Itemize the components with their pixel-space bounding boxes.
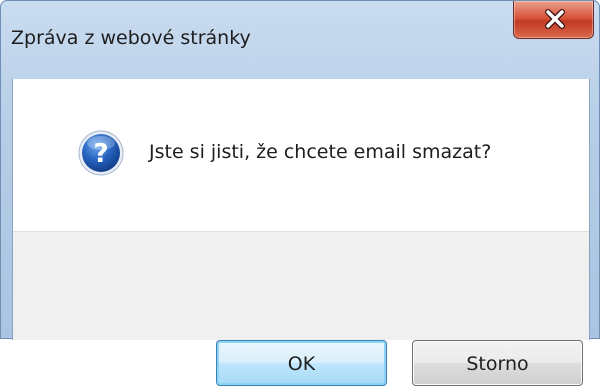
ok-button[interactable]: OK — [216, 340, 387, 386]
message-area: ? Jste si jisti, že chcete email smazat? — [13, 79, 589, 231]
dialog-body: ? Jste si jisti, že chcete email smazat?… — [12, 79, 590, 386]
window-title: Zpráva z webové stránky — [11, 27, 251, 49]
close-button[interactable] — [513, 1, 594, 39]
close-icon — [545, 9, 565, 29]
cancel-button[interactable]: Storno — [412, 340, 583, 386]
svg-text:?: ? — [93, 139, 108, 169]
title-bar[interactable]: Zpráva z webové stránky — [1, 1, 599, 79]
dialog-message: Jste si jisti, že chcete email smazat? — [149, 141, 492, 163]
dialog-window: Zpráva z webové stránky ? Jste si jisti,… — [0, 0, 600, 386]
button-bar: OK Storno — [13, 231, 589, 386]
question-icon: ? — [78, 130, 124, 176]
